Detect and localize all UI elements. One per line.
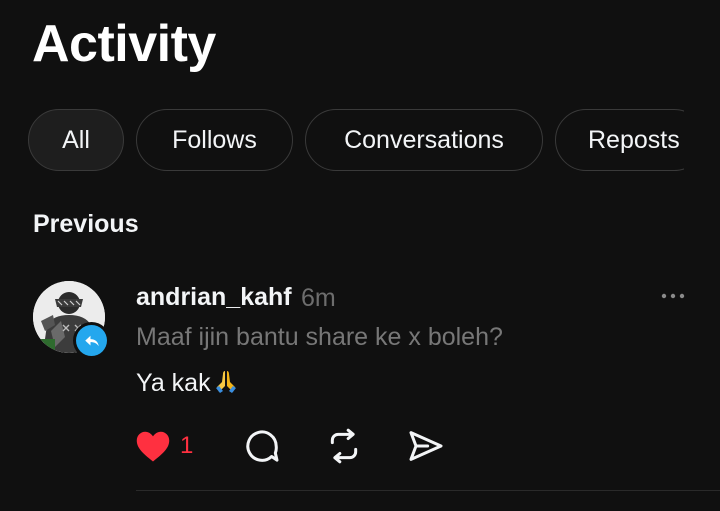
filter-bar: All Follows Conversations Reposts — [28, 109, 684, 173]
divider — [136, 490, 720, 491]
filter-chip-label: All — [62, 125, 90, 154]
filter-chip-label: Reposts — [588, 125, 680, 154]
filter-chip-label: Follows — [172, 125, 257, 154]
reply-text: Ya kak — [136, 369, 211, 397]
badge-circle — [76, 325, 107, 356]
reply-arrow-icon — [84, 335, 99, 346]
filter-chip-reposts[interactable]: Reposts — [555, 109, 684, 171]
more-options-button[interactable] — [658, 284, 688, 308]
repost-icon — [330, 428, 358, 464]
section-heading: Previous — [33, 210, 139, 238]
page-title: Activity — [32, 15, 216, 73]
send-icon — [409, 431, 443, 461]
share-button[interactable] — [406, 424, 446, 468]
reply-text-row[interactable]: Ya kak — [136, 368, 239, 401]
filter-chip-follows[interactable]: Follows — [136, 109, 293, 171]
action-bar: 1 — [134, 424, 464, 468]
filter-chip-label: Conversations — [344, 125, 504, 154]
timestamp: 6m — [301, 284, 336, 312]
activity-screen: Activity All Follows Conversations Repos… — [0, 0, 720, 511]
quoted-post-text[interactable]: Maaf ijin bantu share ke x boleh? — [136, 323, 503, 352]
activity-type-badge — [73, 322, 110, 359]
comment-button[interactable] — [242, 424, 282, 468]
username[interactable]: andrian_kahf — [136, 283, 292, 312]
filter-chip-conversations[interactable]: Conversations — [305, 109, 543, 171]
heart-icon — [136, 431, 170, 462]
filter-chip-all[interactable]: All — [28, 109, 124, 171]
ellipsis-icon — [661, 293, 685, 299]
like-button[interactable]: 1 — [134, 424, 193, 468]
folded-hands-icon — [213, 368, 239, 401]
speech-bubble-icon — [246, 430, 279, 462]
repost-button[interactable] — [324, 424, 364, 468]
like-count: 1 — [180, 432, 194, 459]
